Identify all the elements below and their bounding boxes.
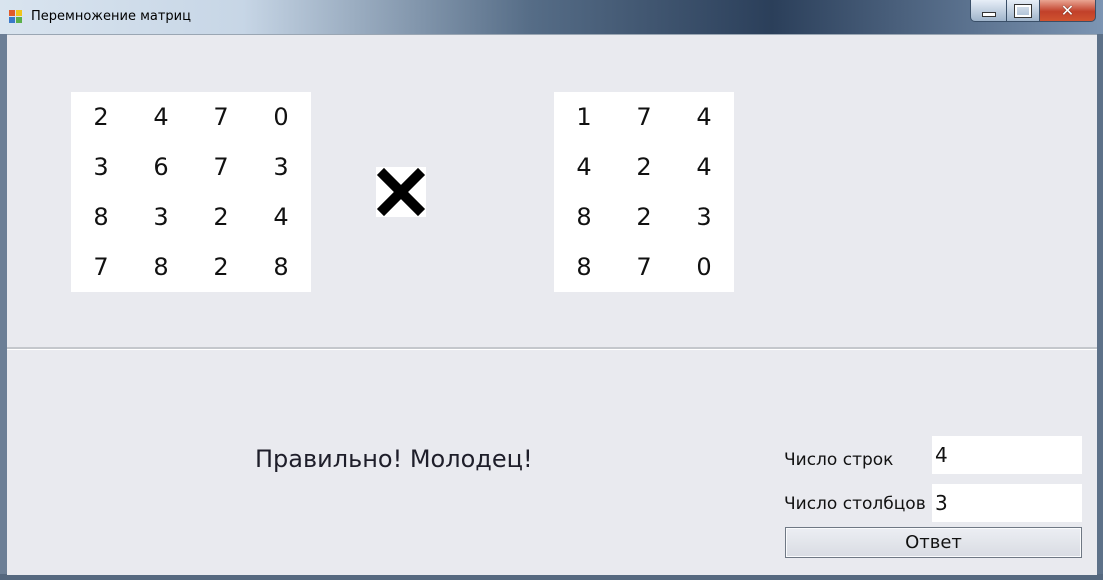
matrix-a: 2 4 7 0 3 6 7 3 8 3 2 4 7 8 2 8 [71,92,311,292]
window-frame-right [1097,34,1103,580]
window-title: Перемножение матриц [31,9,191,24]
rows-count-label: Число строк [784,450,894,470]
close-icon: ✕ [1060,1,1075,20]
columns-count-label: Число столбцов [784,494,926,514]
matrix-a-cell: 3 [273,153,289,181]
matrix-b-cell: 7 [636,103,652,131]
matrix-a-cell: 2 [93,103,109,131]
section-divider [7,347,1097,350]
columns-count-input[interactable] [932,484,1082,522]
matrix-a-cell: 7 [93,253,109,281]
maximize-button[interactable] [1006,0,1040,22]
app-icon[interactable] [9,10,23,24]
matrix-b-cell: 2 [636,153,652,181]
multiply-icon [376,167,426,217]
matrix-b-cell: 0 [696,253,712,281]
matrix-b-cell: 4 [696,103,712,131]
answer-button[interactable]: Ответ [785,527,1082,558]
matrix-a-cell: 8 [93,203,109,231]
minimize-button[interactable] [970,0,1007,22]
matrix-b-cell: 2 [636,203,652,231]
matrix-b-cell: 1 [576,103,592,131]
matrix-a-cell: 8 [273,253,289,281]
client-area: 2 4 7 0 3 6 7 3 8 3 2 4 7 8 2 8 1 7 4 4 … [7,34,1097,575]
matrix-b: 1 7 4 4 2 4 8 2 3 8 7 0 [554,92,734,292]
matrix-b-cell: 8 [576,203,592,231]
matrix-b-cell: 4 [696,153,712,181]
result-message: Правильно! Молодец! [255,445,533,473]
matrix-b-cell: 8 [576,253,592,281]
rows-count-input[interactable] [932,436,1082,474]
matrix-a-cell: 4 [153,103,169,131]
matrix-a-cell: 2 [213,253,229,281]
matrix-a-cell: 7 [213,103,229,131]
matrix-b-cell: 3 [696,203,712,231]
close-button[interactable]: ✕ [1039,0,1096,22]
title-bar[interactable]: Перемножение матриц ✕ [0,0,1103,34]
matrix-a-cell: 3 [93,153,109,181]
matrix-a-cell: 8 [153,253,169,281]
matrix-a-cell: 0 [273,103,289,131]
maximize-icon [1014,3,1032,18]
minimize-icon [981,12,996,17]
matrix-b-cell: 4 [576,153,592,181]
matrix-a-cell: 6 [153,153,169,181]
matrix-b-cell: 7 [636,253,652,281]
matrix-a-cell: 3 [153,203,169,231]
matrix-a-cell: 2 [213,203,229,231]
window-frame-left [0,34,7,580]
matrix-a-cell: 7 [213,153,229,181]
matrix-a-cell: 4 [273,203,289,231]
